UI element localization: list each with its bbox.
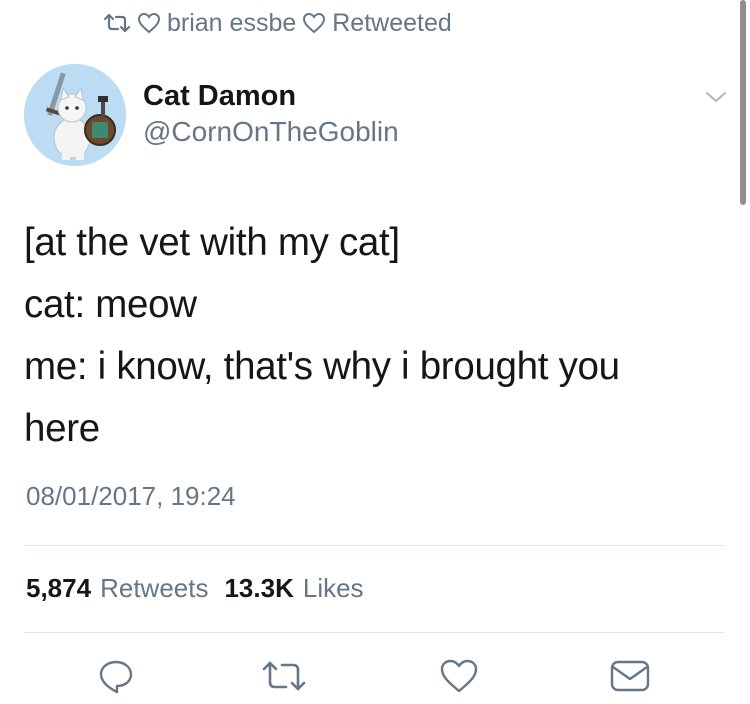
retweeter-name[interactable]: brian essbe [167, 9, 296, 38]
heart-icon [439, 658, 479, 699]
like-label[interactable]: Likes [303, 573, 364, 604]
tweet-line: [at the vet with my cat] [24, 221, 400, 264]
avatar[interactable] [24, 64, 126, 166]
reply-icon [96, 656, 136, 701]
tweet-line: me: i know, that's why i brought you [24, 345, 620, 388]
retweet-count[interactable]: 5,874 [26, 573, 91, 604]
retweet-label[interactable]: Retweets [100, 573, 208, 604]
reply-button[interactable] [94, 656, 138, 700]
like-button[interactable] [437, 656, 481, 700]
retweet-icon [261, 659, 307, 698]
heart-icon [302, 12, 326, 34]
tweet-line: cat: meow [24, 283, 197, 326]
tweet-timestamp: 08/01/2017, 19:24 [26, 481, 236, 511]
scrollbar[interactable] [740, 0, 746, 205]
retweet-icon [103, 13, 131, 33]
context-label: Retweeted [332, 8, 452, 37]
divider [24, 632, 725, 633]
divider [24, 545, 725, 546]
user-handle[interactable]: @CornOnTheGoblin [143, 116, 399, 148]
tweet-line: here [24, 407, 100, 450]
heart-icon [137, 12, 161, 34]
mail-icon [609, 659, 651, 698]
tweet-stats: 5,874 Retweets 13.3K Likes [26, 573, 364, 604]
chevron-down-icon[interactable] [700, 84, 732, 108]
direct-message-button[interactable] [608, 656, 652, 700]
tweet-text: [at the vet with my cat] cat: meow me: i… [24, 212, 724, 460]
social-context: brian essbe Retweeted [103, 7, 452, 39]
display-name[interactable]: Cat Damon [143, 80, 296, 113]
retweet-button[interactable] [262, 656, 306, 700]
like-count[interactable]: 13.3K [224, 573, 293, 604]
